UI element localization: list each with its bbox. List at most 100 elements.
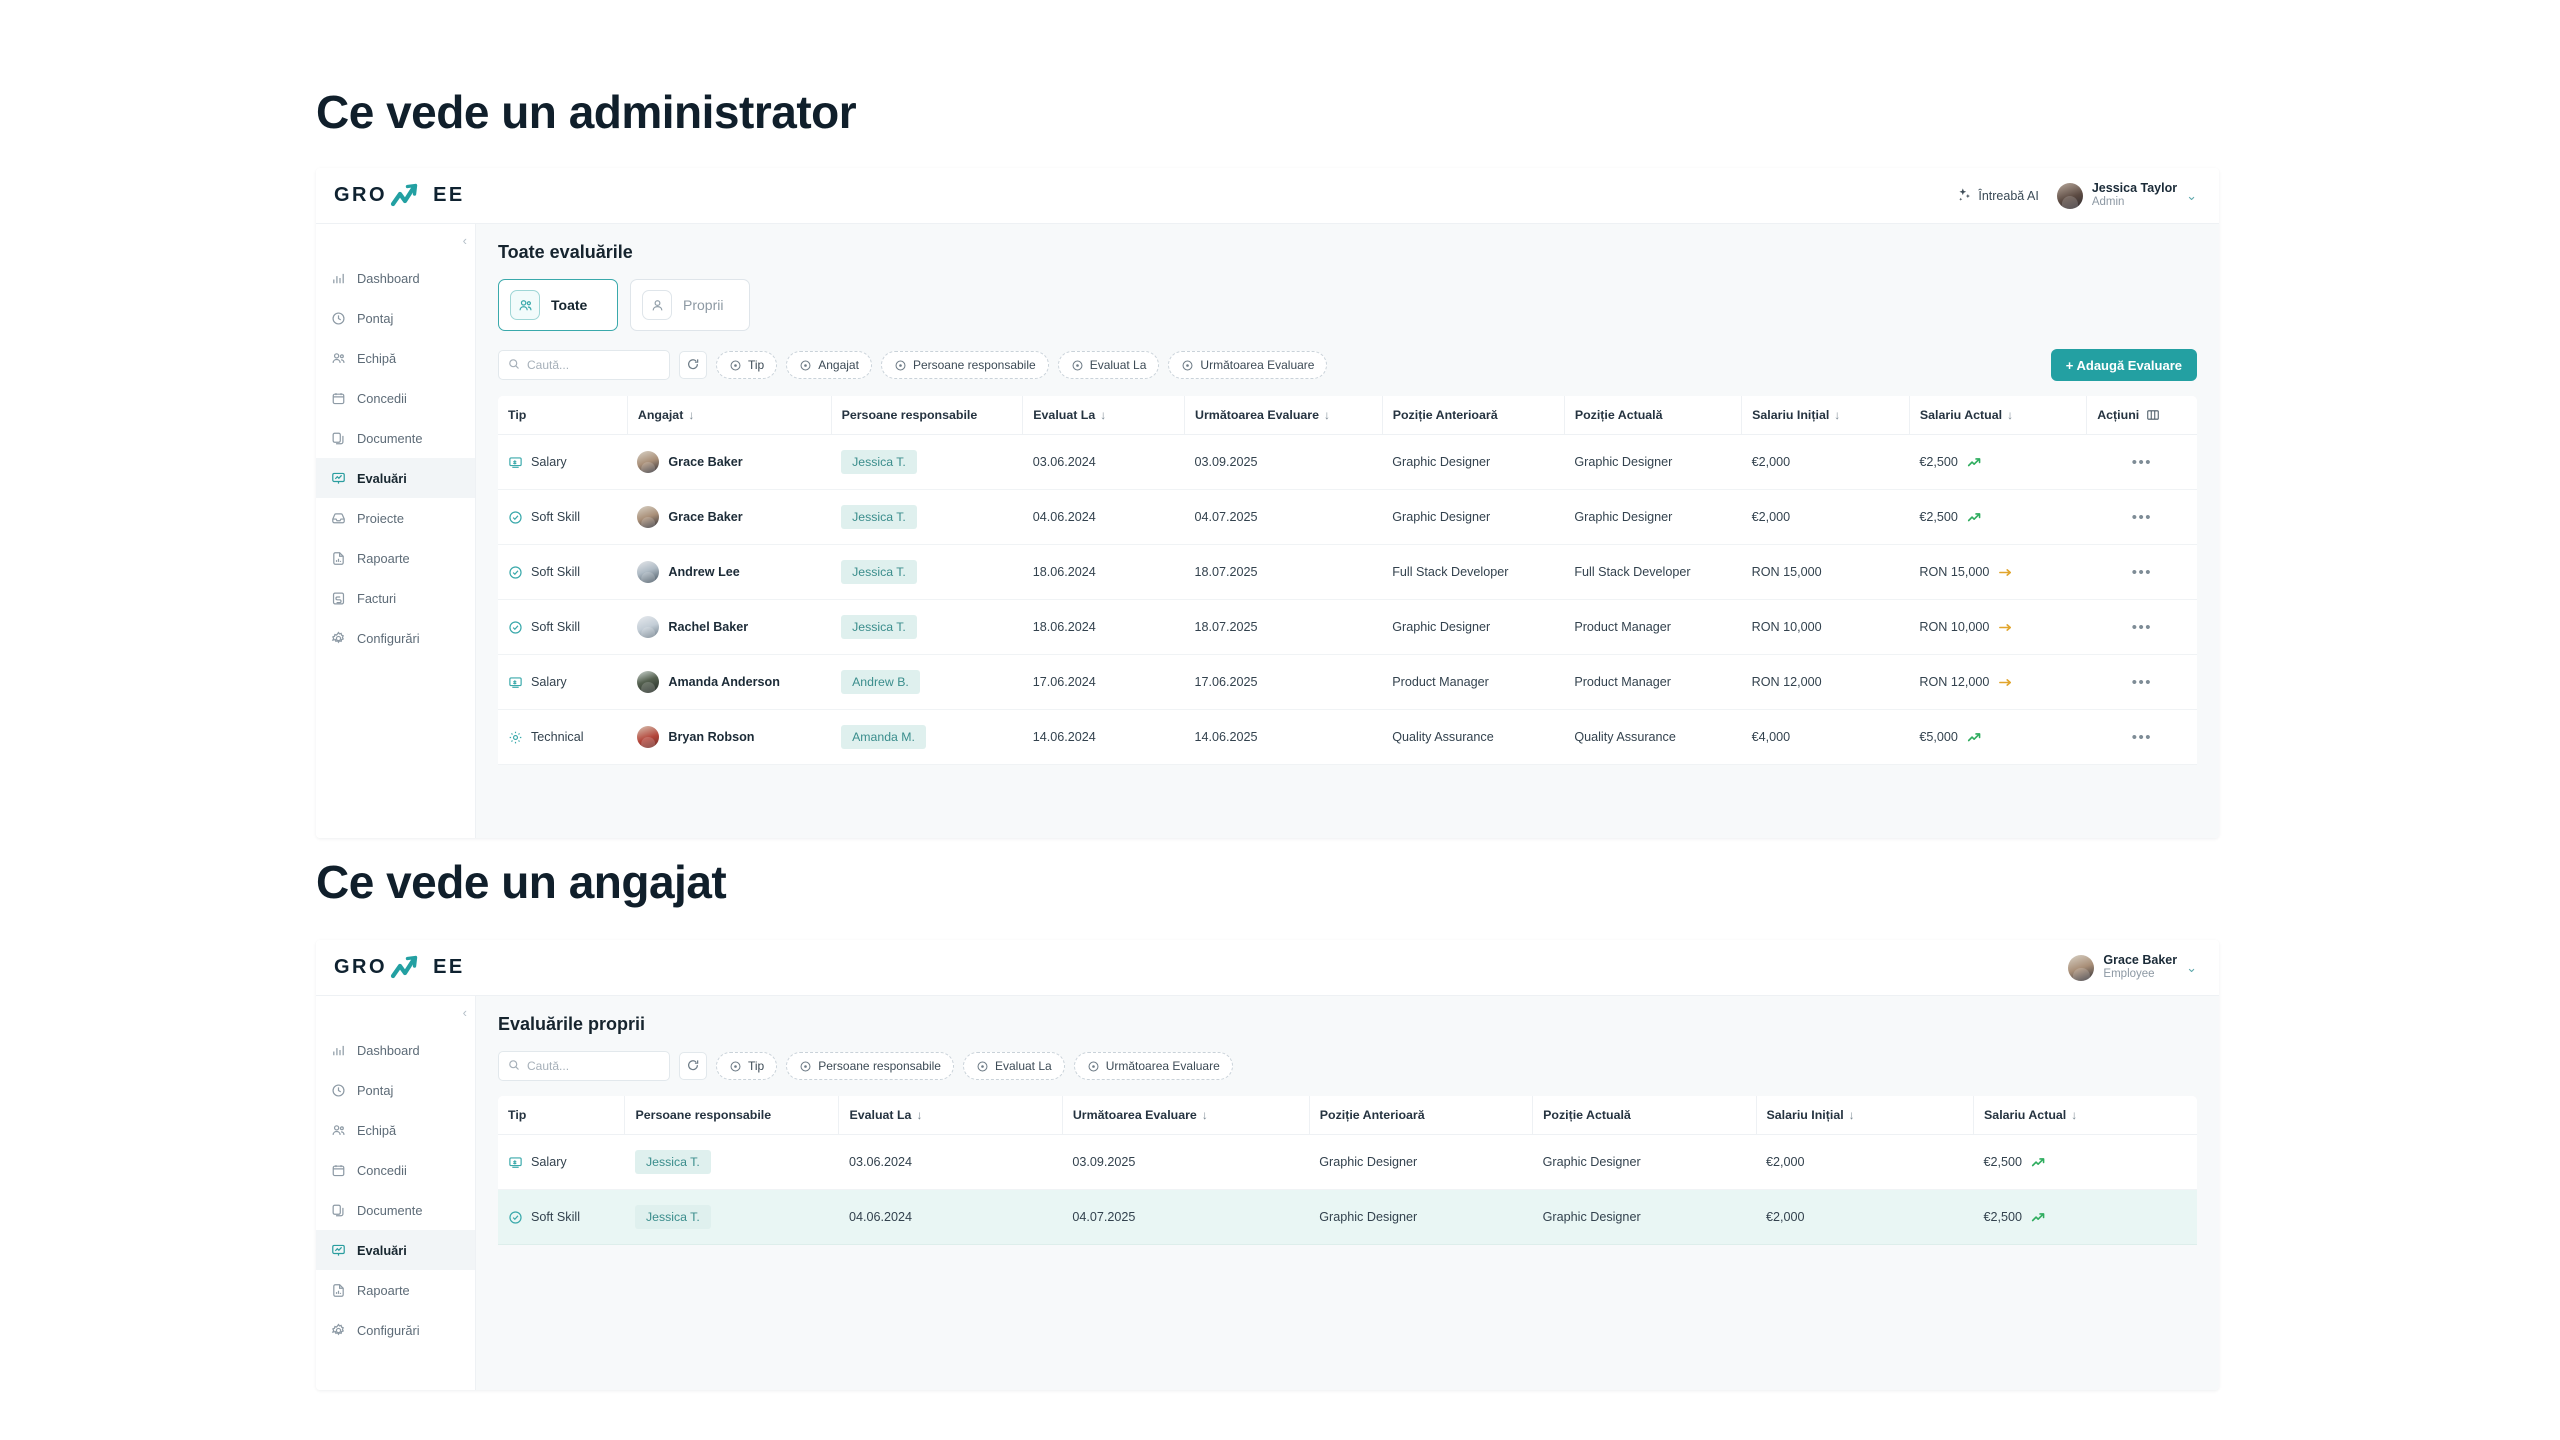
admin-topbar-right: Întreabă AI Jessica Taylor Admin ⌄ [1957, 181, 2197, 209]
sidebar-collapse-icon[interactable]: ‹ [463, 233, 467, 248]
employee-user-name: Grace Baker [2103, 953, 2178, 968]
filter-chip-persoane-responsabile[interactable]: Persoane responsabile [786, 1052, 954, 1080]
search-input[interactable]: Caută... [498, 350, 670, 380]
filter-chip-urmatoarea-evaluare[interactable]: Următoarea Evaluare [1073, 1052, 1233, 1080]
column-header-pozitie-actuala[interactable]: Poziție Actuală [1563, 396, 1742, 435]
column-header-pozitie-anterioara[interactable]: Poziție Anterioară [1308, 1096, 1533, 1135]
sidebar-item-proiecte[interactable]: Proiecte [316, 498, 475, 538]
salariu-actual-value: RON 12,000 [1919, 675, 1990, 689]
tip-label: Salary [531, 455, 567, 469]
chevron-down-icon[interactable]: ⌄ [2186, 188, 2197, 204]
column-header-label: Tip [508, 408, 527, 422]
sidebar-item-configurari[interactable]: Configurări [316, 1310, 475, 1350]
row-actions-button[interactable]: ••• [2132, 729, 2152, 746]
column-header-evaluat-la[interactable]: Evaluat La ↓ [838, 1096, 1063, 1135]
row-actions-button[interactable]: ••• [2132, 509, 2152, 526]
column-header-tip[interactable]: Tip [498, 1096, 625, 1135]
row-actions-button[interactable]: ••• [2132, 564, 2152, 581]
sidebar-item-concedii[interactable]: Concedii [316, 1150, 475, 1190]
responsible-badge: Jessica T. [841, 615, 917, 639]
search-icon [508, 358, 520, 373]
sort-arrow-icon[interactable]: ↓ [916, 1108, 922, 1122]
table-row[interactable]: Soft Skill Rachel Baker Jessica T. 18.06.20… [498, 599, 2197, 655]
table-row[interactable]: Soft Skill Jessica T. 04.06.2024 04.07.2025… [498, 1189, 2197, 1245]
filter-chip-urmatoarea-evaluare[interactable]: Următoarea Evaluare [1168, 351, 1328, 379]
sort-arrow-icon[interactable]: ↓ [1849, 1108, 1855, 1122]
sidebar-item-echipa[interactable]: Echipă [316, 1110, 475, 1150]
filter-chip-persoane-responsabile[interactable]: Persoane responsabile [880, 351, 1049, 379]
sidebar-item-echipa[interactable]: Echipă [316, 338, 475, 378]
sort-arrow-icon[interactable]: ↓ [1324, 408, 1330, 422]
sidebar-item-rapoarte[interactable]: Rapoarte [316, 1270, 475, 1310]
column-header-salariu-initial[interactable]: Salariu Inițial ↓ [1755, 1096, 1974, 1135]
column-header-salariu-actual[interactable]: Salariu Actual ↓ [1973, 1096, 2197, 1135]
filter-chip-angajat[interactable]: Angajat [786, 351, 872, 379]
sidebar-item-rapoarte[interactable]: Rapoarte [316, 538, 475, 578]
sort-arrow-icon[interactable]: ↓ [1100, 408, 1106, 422]
column-header-actiuni[interactable]: Acțiuni [2086, 396, 2197, 435]
cell-tip: Soft Skill [498, 599, 628, 655]
column-header-urmatoarea-evaluare[interactable]: Următoarea Evaluare ↓ [1061, 1096, 1310, 1135]
row-actions-button[interactable]: ••• [2132, 619, 2152, 636]
filter-chip-evaluat-la[interactable]: Evaluat La [1057, 351, 1160, 379]
filter-chip-tip[interactable]: Tip [716, 351, 778, 379]
sidebar-item-pontaj[interactable]: Pontaj [316, 298, 475, 338]
chevron-down-icon[interactable]: ⌄ [2186, 960, 2197, 976]
check-circle-icon [508, 510, 523, 525]
sidebar-item-documente[interactable]: Documente [316, 1190, 475, 1230]
cell-tip: Technical [498, 709, 628, 765]
sort-arrow-icon[interactable]: ↓ [1834, 408, 1840, 422]
column-header-evaluat-la[interactable]: Evaluat La ↓ [1022, 396, 1185, 435]
column-header-pozitie-anterioara[interactable]: Poziție Anterioară [1381, 396, 1565, 435]
cell-urmatoarea-evaluare: 14.06.2025 [1184, 709, 1383, 765]
sidebar-item-pontaj[interactable]: Pontaj [316, 1070, 475, 1110]
column-header-tip[interactable]: Tip [498, 396, 628, 435]
sort-arrow-icon[interactable]: ↓ [688, 408, 694, 422]
column-header-label: Poziție Actuală [1574, 408, 1663, 422]
sidebar-item-evaluari[interactable]: Evaluări [316, 1230, 475, 1270]
filter-chip-evaluat-la[interactable]: Evaluat La [962, 1052, 1065, 1080]
sidebar-item-facturi[interactable]: Facturi [316, 578, 475, 618]
tab-toate[interactable]: Toate [498, 279, 618, 331]
columns-icon[interactable] [2146, 408, 2160, 422]
filter-chip-tip[interactable]: Tip [716, 1052, 778, 1080]
column-header-persoane-responsabile[interactable]: Persoane responsabile [830, 396, 1023, 435]
sort-arrow-icon[interactable]: ↓ [2007, 408, 2013, 422]
search-input[interactable]: Caută... [498, 1051, 670, 1081]
app-logo[interactable]: GRO EE [334, 955, 465, 981]
sort-arrow-icon[interactable]: ↓ [2071, 1108, 2077, 1122]
sidebar-item-dashboard[interactable]: Dashboard [316, 258, 475, 298]
sort-arrow-icon[interactable]: ↓ [1202, 1108, 1208, 1122]
sidebar-item-evaluari[interactable]: Evaluări [316, 458, 475, 498]
table-row[interactable]: Salary Jessica T. 03.06.2024 03.09.2025 Grap… [498, 1134, 2197, 1190]
tab-proprii[interactable]: Proprii [630, 279, 750, 331]
sidebar-item-configurari[interactable]: Configurări [316, 618, 475, 658]
table-row[interactable]: Soft Skill Andrew Lee Jessica T. 18.06.2024… [498, 544, 2197, 600]
column-header-salariu-actual[interactable]: Salariu Actual ↓ [1908, 396, 2087, 435]
ask-ai-button[interactable]: Întreabă AI [1957, 187, 2039, 205]
sidebar-item-concedii[interactable]: Concedii [316, 378, 475, 418]
app-logo[interactable]: GRO EE [334, 183, 465, 209]
cell-pozitie-actuala: Graphic Designer [1532, 1134, 1757, 1190]
sidebar-collapse-icon[interactable]: ‹ [463, 1005, 467, 1020]
refresh-button[interactable] [679, 351, 707, 379]
refresh-button[interactable] [679, 1052, 707, 1080]
column-header-urmatoarea-evaluare[interactable]: Următoarea Evaluare ↓ [1184, 396, 1383, 435]
table-row[interactable]: Salary Grace Baker Jessica T. 03.06.2024 03.… [498, 434, 2197, 490]
row-actions-button[interactable]: ••• [2132, 674, 2152, 691]
sidebar-item-dashboard[interactable]: Dashboard [316, 1030, 475, 1070]
table-row[interactable]: Technical Bryan Robson Amanda M. 14.06.2024… [498, 709, 2197, 765]
row-actions-button[interactable]: ••• [2132, 454, 2152, 471]
table-row[interactable]: Salary Amanda Anderson Andrew B. 17.06.2024… [498, 654, 2197, 710]
column-header-salariu-initial[interactable]: Salariu Inițial ↓ [1741, 396, 1910, 435]
bar-chart-icon [330, 1042, 346, 1058]
cell-persoane-responsabile: Jessica T. [624, 1189, 839, 1245]
column-header-pozitie-actuala[interactable]: Poziție Actuală [1532, 1096, 1757, 1135]
employee-user-menu[interactable]: Grace Baker Employee ⌄ [2068, 953, 2197, 981]
table-row[interactable]: Soft Skill Grace Baker Jessica T. 04.06.202… [498, 489, 2197, 545]
sidebar-item-documente[interactable]: Documente [316, 418, 475, 458]
add-evaluation-button[interactable]: + Adaugă Evaluare [2050, 349, 2197, 381]
admin-user-menu[interactable]: Jessica Taylor Admin ⌄ [2056, 181, 2197, 209]
column-header-persoane-responsabile[interactable]: Persoane responsabile [624, 1096, 839, 1135]
column-header-angajat[interactable]: Angajat ↓ [626, 396, 832, 435]
